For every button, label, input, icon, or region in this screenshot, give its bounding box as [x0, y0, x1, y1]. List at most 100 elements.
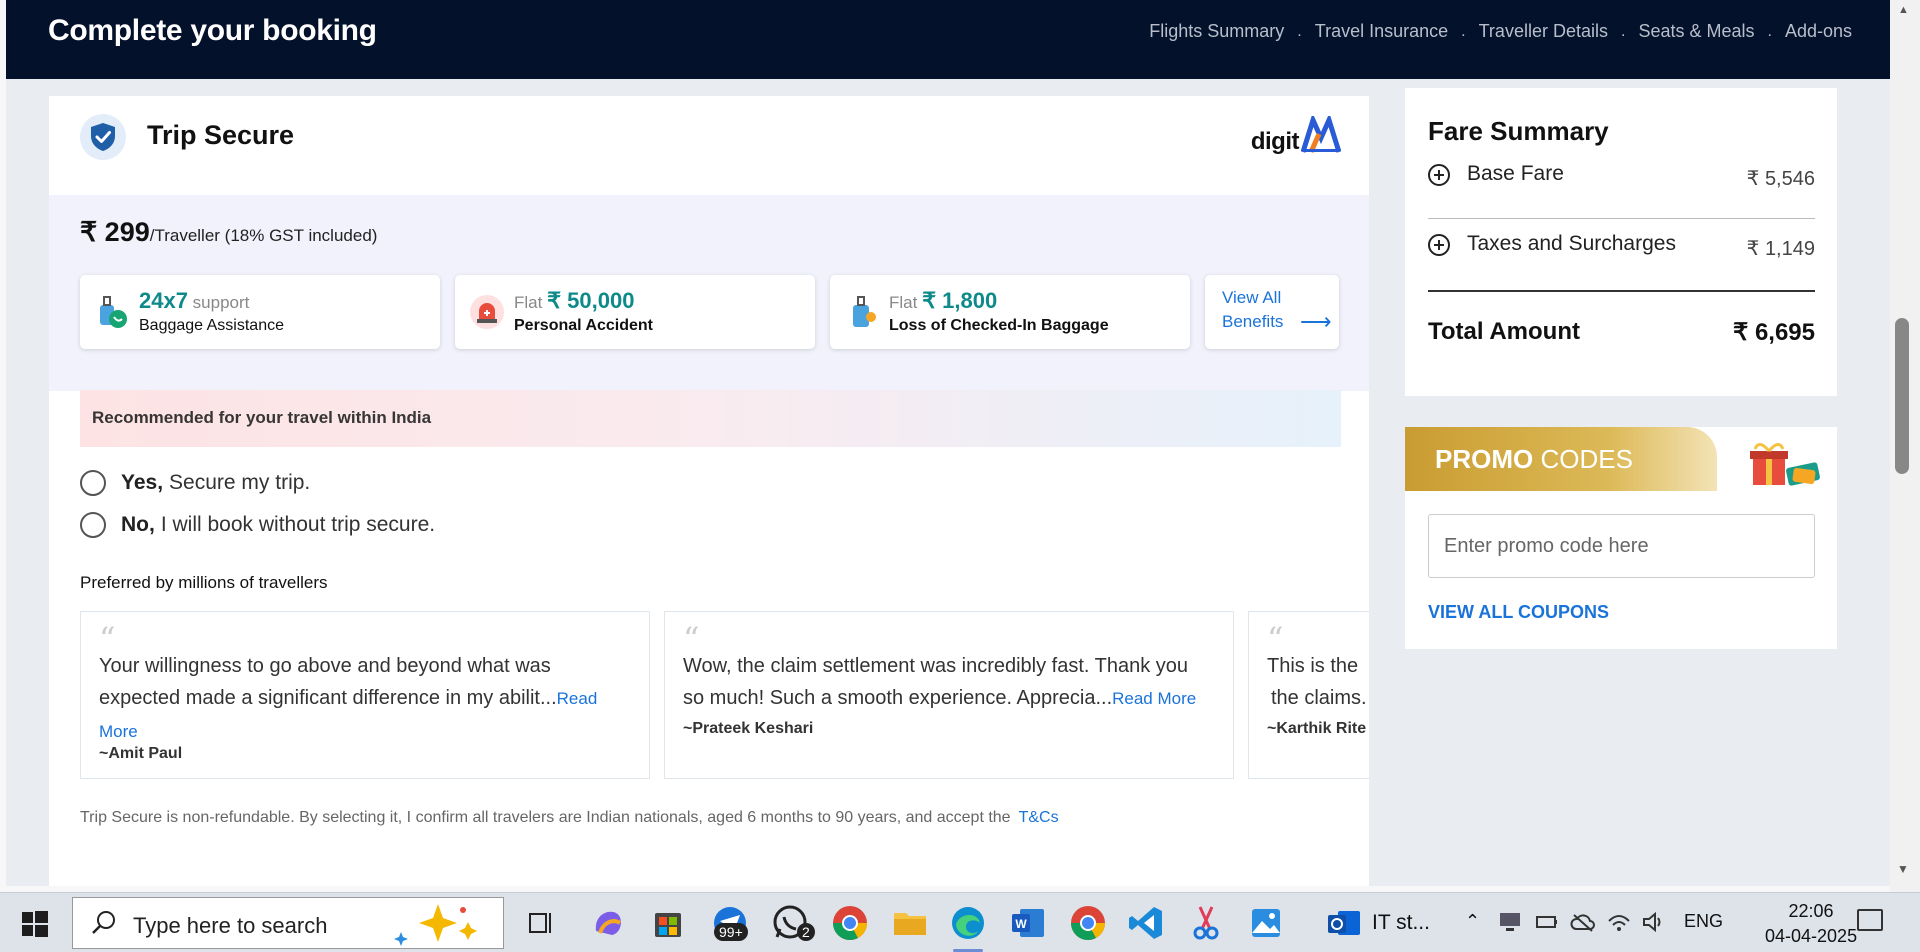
fare-row-label: Taxes and Surcharges	[1467, 232, 1676, 255]
fare-row-label: Base Fare	[1467, 162, 1564, 185]
scroll-up-icon[interactable]: ▲	[1898, 4, 1909, 16]
fare-summary-panel: Fare Summary Base Fare ₹ 5,546 Taxes and…	[1405, 88, 1837, 396]
preferred-heading: Preferred by millions of travellers	[80, 573, 328, 592]
file-explorer-icon[interactable]	[888, 901, 932, 945]
fare-row-value: ₹ 5,546	[1746, 168, 1815, 190]
active-window-label[interactable]: IT st...	[1372, 911, 1430, 935]
mail-badge: 99+	[714, 923, 748, 941]
total-amount-value: ₹ 6,695	[1733, 319, 1815, 346]
option-no-bold: No,	[121, 513, 155, 536]
copilot-app-icon[interactable]	[586, 901, 630, 945]
promo-codes-panel: PROMO CODES VIEW ALL COUPONS	[1405, 427, 1837, 649]
windows-taskbar: Type here to search 99+ 2 W IT st... ⌃ E…	[0, 892, 1920, 952]
review-text: Wow, the claim settlement was incredibly…	[683, 655, 1197, 709]
read-more-link[interactable]: Read More	[1112, 689, 1196, 708]
svg-text:W: W	[1015, 917, 1027, 931]
browser-viewport: Complete your booking Flights Summary . …	[0, 0, 1920, 892]
onedrive-cloud-icon[interactable]	[1570, 911, 1596, 933]
benefit-label: Loss of Checked-In Baggage	[889, 317, 1109, 334]
tnc-link[interactable]: T&Cs	[1019, 809, 1059, 826]
benefit-card-lost-baggage: Flat ₹ 1,800 Loss of Checked-In Baggage	[830, 275, 1190, 349]
view-all-benefits-link[interactable]: View All Benefits ⟶	[1205, 275, 1339, 349]
radio-button-yes[interactable]	[80, 470, 106, 496]
review-card: “ This is the the claims. ~Karthik Rite	[1248, 611, 1369, 779]
fare-row-taxes[interactable]: Taxes and Surcharges ₹ 1,149	[1428, 220, 1815, 290]
copilot-sparkle-icon[interactable]	[393, 900, 493, 946]
option-yes-secure[interactable]: Yes, Secure my trip.	[80, 470, 310, 496]
view-all-coupons-link[interactable]: VIEW ALL COUPONS	[1428, 602, 1609, 623]
search-icon	[92, 911, 115, 934]
whatsapp-badge: 2	[797, 923, 815, 941]
fare-row-base-fare[interactable]: Base Fare ₹ 5,546	[1428, 150, 1815, 220]
divider	[1428, 290, 1815, 292]
system-clock[interactable]: 22:06 04-04-2025	[1765, 899, 1857, 949]
arrow-right-icon: ⟶	[1300, 309, 1332, 334]
radio-button-no[interactable]	[80, 512, 106, 538]
review-author: ~Amit Paul	[99, 745, 183, 762]
chevron-up-icon[interactable]: ⌃	[1465, 911, 1480, 932]
expand-plus-icon[interactable]	[1428, 164, 1450, 186]
total-amount-label: Total Amount	[1428, 318, 1580, 345]
price-section: ₹ 299/Traveller (18% GST included) 24x7 …	[49, 195, 1369, 391]
review-text: This is the the claims.	[1267, 655, 1367, 709]
photos-app-icon[interactable]	[1244, 901, 1288, 945]
snipping-tool-icon[interactable]	[1184, 901, 1228, 945]
benefit-highlight-line: Flat ₹ 50,000	[514, 288, 635, 313]
language-indicator[interactable]: ENG	[1684, 911, 1723, 932]
chrome-icon[interactable]	[1066, 901, 1110, 945]
price-per-traveller: ₹ 299/Traveller (18% GST included)	[80, 217, 377, 248]
promo-header: PROMO CODES	[1405, 427, 1717, 491]
display-icon[interactable]	[1498, 911, 1522, 933]
digit-mark-icon	[1301, 116, 1341, 154]
battery-icon[interactable]	[1535, 911, 1559, 933]
scrollbar-thumb[interactable]	[1895, 318, 1909, 474]
step-travel-insurance[interactable]: Travel Insurance	[1315, 21, 1448, 42]
scroll-down-icon[interactable]: ▼	[1897, 862, 1909, 876]
promo-title: PROMO CODES	[1435, 444, 1633, 474]
outlook-app-icon[interactable]	[1322, 901, 1366, 945]
wifi-icon[interactable]	[1607, 911, 1631, 933]
edge-browser-icon[interactable]	[946, 901, 990, 945]
shield-check-icon	[80, 114, 126, 160]
volume-icon[interactable]	[1641, 911, 1665, 933]
benefit-list: 24x7 support Baggage Assistance Flat ₹ 5…	[80, 275, 1339, 349]
view-all-label: Benefits	[1222, 312, 1284, 331]
trip-secure-card: Trip Secure digit ₹ 299/Traveller (18% G…	[49, 96, 1369, 886]
task-view-icon[interactable]	[518, 901, 562, 945]
chrome-icon[interactable]	[828, 901, 872, 945]
recommendation-text: Recommended for your travel within India	[92, 408, 432, 427]
step-flights-summary[interactable]: Flights Summary	[1149, 21, 1284, 42]
view-all-label: View All	[1222, 288, 1282, 307]
promo-code-input[interactable]	[1428, 514, 1815, 578]
price-amount: ₹ 299	[80, 217, 150, 247]
windows-start-icon[interactable]	[22, 911, 48, 937]
benefit-card-personal-accident: Flat ₹ 50,000 Personal Accident	[455, 275, 815, 349]
digit-logo-text: digit	[1250, 128, 1300, 155]
digit-logo: digit	[1251, 116, 1341, 156]
notification-center-icon[interactable]	[1857, 909, 1883, 931]
step-separator: .	[1620, 22, 1626, 40]
vscode-icon[interactable]	[1124, 901, 1168, 945]
expand-plus-icon[interactable]	[1428, 234, 1450, 256]
benefit-label: Personal Accident	[514, 317, 654, 334]
step-add-ons[interactable]: Add-ons	[1785, 21, 1852, 42]
header-bar: Complete your booking Flights Summary . …	[6, 0, 1890, 79]
review-card: “ Your willingness to go above and beyon…	[80, 611, 650, 779]
taskbar-search-box[interactable]: Type here to search	[72, 897, 504, 949]
vertical-scrollbar[interactable]: ▲ ▼	[1890, 0, 1920, 892]
clock-date: 04-04-2025	[1765, 926, 1858, 946]
review-author: ~Prateek Keshari	[683, 720, 814, 737]
option-yes-bold: Yes,	[121, 471, 164, 494]
step-traveller-details[interactable]: Traveller Details	[1479, 21, 1608, 42]
fare-row-value: ₹ 1,149	[1746, 238, 1815, 260]
microsoft-store-icon[interactable]	[646, 901, 690, 945]
reviews-carousel: “ Your willingness to go above and beyon…	[80, 611, 1369, 781]
word-icon[interactable]: W	[1006, 901, 1050, 945]
ambulance-siren-icon	[470, 295, 504, 329]
option-yes-text: Secure my trip.	[169, 471, 311, 494]
option-no-secure[interactable]: No, I will book without trip secure.	[80, 512, 435, 538]
benefit-highlight-line: 24x7 support	[139, 288, 250, 313]
step-seats-meals[interactable]: Seats & Meals	[1638, 21, 1754, 42]
step-separator: .	[1297, 22, 1302, 40]
option-no-text: I will book without trip secure.	[160, 513, 436, 536]
